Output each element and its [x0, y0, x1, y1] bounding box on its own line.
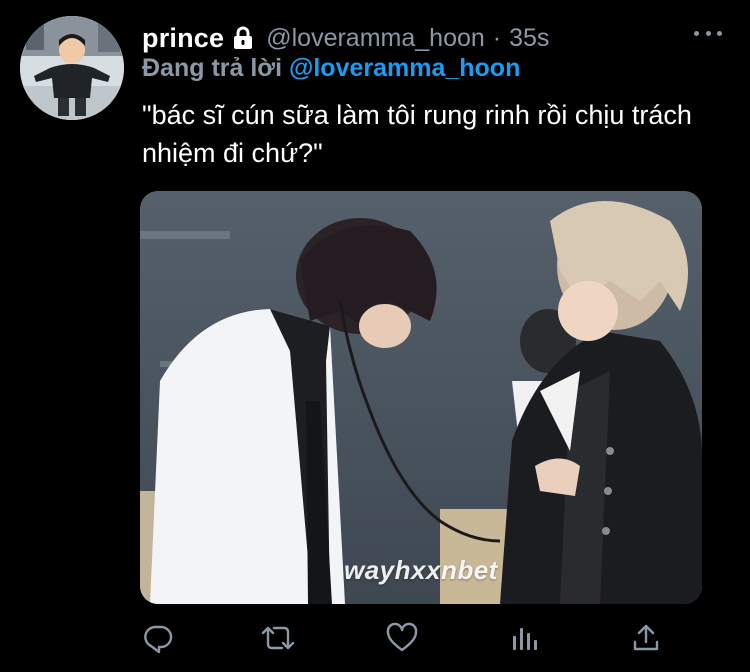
reply-button[interactable] [138, 618, 178, 658]
like-button[interactable] [382, 618, 422, 658]
more-dot [694, 30, 699, 36]
author-handle[interactable]: @loveramma_hoon [266, 24, 485, 53]
media-photo [140, 191, 702, 604]
more-dot [705, 30, 711, 36]
lock-icon [232, 26, 254, 50]
tweet: prince @loveramma_hoon · 35s Đang trả lờ… [0, 0, 750, 672]
avatar-image [20, 16, 124, 120]
tweet-header: prince @loveramma_hoon · 35s [142, 20, 549, 56]
more-horizontal-icon[interactable] [694, 22, 722, 44]
analytics-icon [513, 628, 537, 650]
analytics-button[interactable] [504, 618, 544, 658]
more-dot [717, 30, 722, 36]
avatar[interactable] [20, 16, 124, 120]
author-name[interactable]: prince [142, 23, 224, 54]
retweet-icon [261, 626, 295, 650]
timestamp[interactable]: 35s [509, 24, 549, 53]
replying-to-label: Đang trả lời [142, 54, 283, 82]
share-icon [633, 624, 659, 651]
retweet-button[interactable] [258, 618, 298, 658]
replying-to: Đang trả lời @loveramma_hoon [142, 54, 520, 86]
heart-icon [386, 622, 418, 652]
reply-icon [144, 625, 173, 654]
replying-to-handle[interactable]: @loveramma_hoon [289, 54, 520, 82]
tweet-text: "bác sĩ cún sữa làm tôi rung rinh rồi ch… [142, 100, 692, 168]
share-button[interactable] [626, 618, 666, 658]
tweet-actions [0, 618, 750, 658]
tweet-media[interactable]: wayhxxnbet [140, 191, 702, 604]
media-watermark: wayhxxnbet [344, 555, 498, 585]
separator-dot: · [492, 23, 502, 52]
